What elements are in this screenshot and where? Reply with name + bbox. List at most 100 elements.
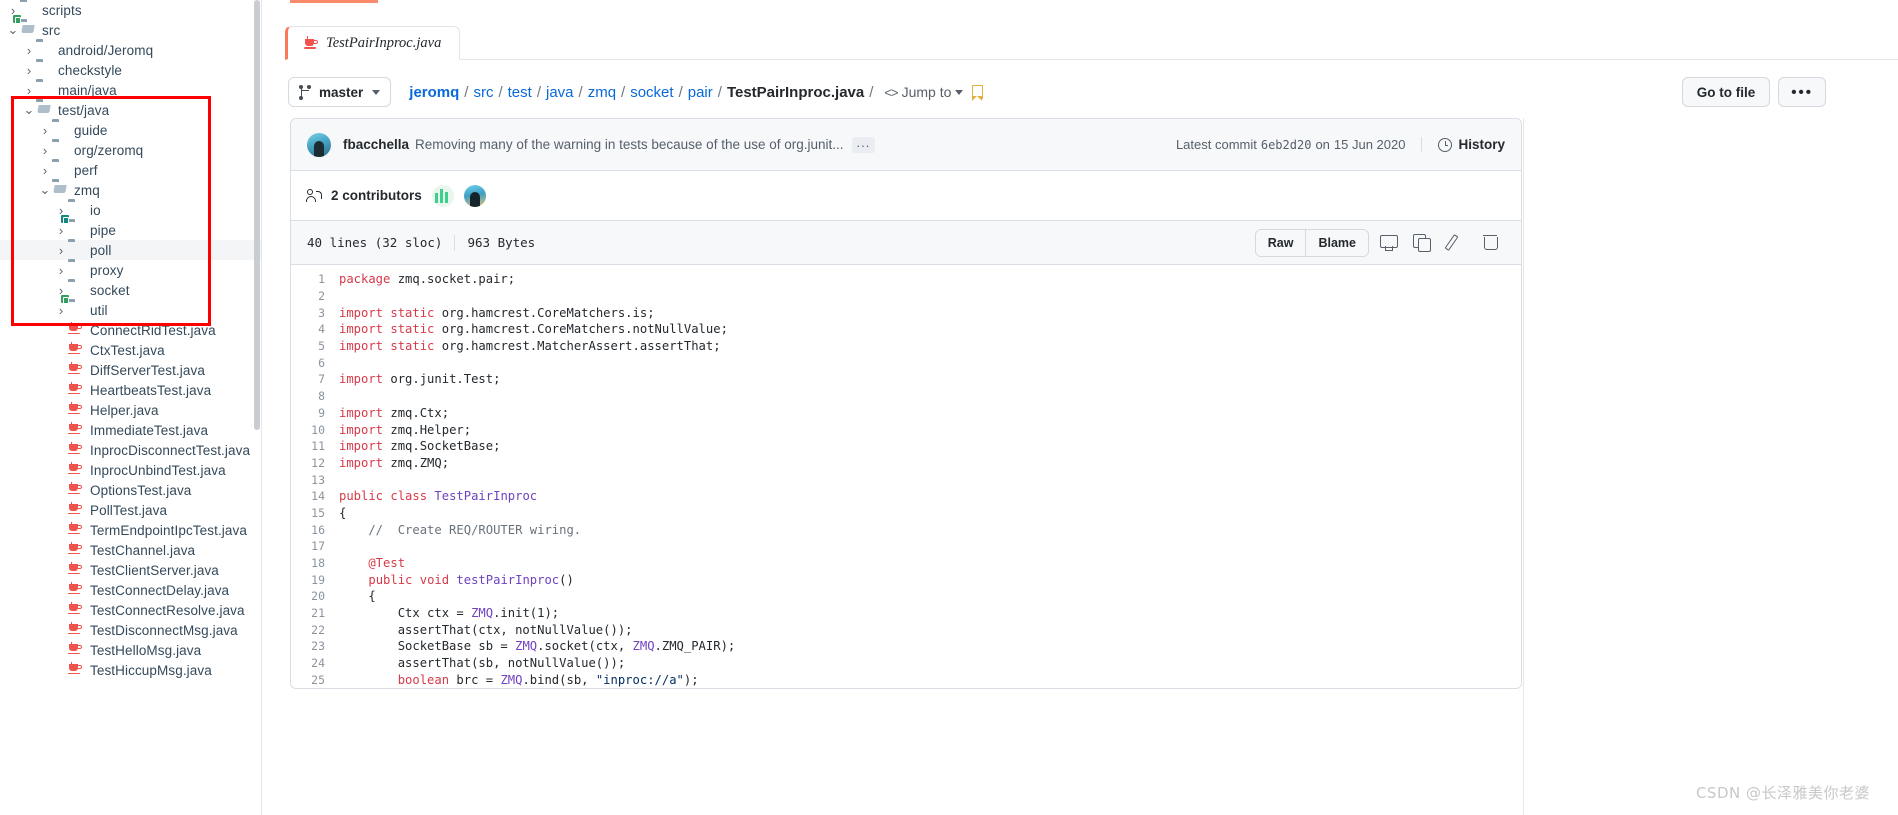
line-number[interactable]: 7 <box>291 372 339 386</box>
tree-file-row[interactable]: OptionsTest.java <box>0 480 261 500</box>
tree-file-row[interactable]: ConnectRidTest.java <box>0 320 261 340</box>
breadcrumb-segment[interactable]: pair <box>688 84 713 101</box>
code-viewer[interactable]: 1 package zmq.socket.pair; 2 3 import static… <box>291 265 1521 689</box>
tree-file-row[interactable]: TestHelloMsg.java <box>0 640 261 660</box>
blame-button[interactable]: Blame <box>1305 229 1368 256</box>
tree-folder-row[interactable]: › util <box>0 295 261 320</box>
tree-file-row[interactable]: TestConnectResolve.java <box>0 600 261 620</box>
jump-to-button[interactable]: <> Jump to <box>884 84 964 100</box>
tree-folder-row[interactable]: ⌄ zmq <box>0 180 261 200</box>
tree-folder-row[interactable]: › guide <box>0 120 261 140</box>
tree-folder-row[interactable]: ⌄ src <box>0 15 261 40</box>
line-number[interactable]: 13 <box>291 473 339 487</box>
commit-message[interactable]: Removing many of the warning in tests be… <box>415 137 844 152</box>
contributors-count[interactable]: 2 contributors <box>331 188 422 203</box>
tree-folder-row[interactable]: › proxy <box>0 260 261 280</box>
line-number[interactable]: 5 <box>291 339 339 353</box>
tree-file-row[interactable]: Helper.java <box>0 400 261 420</box>
chevron-right-icon[interactable]: › <box>38 164 52 177</box>
more-options-button[interactable]: ••• <box>1778 77 1826 107</box>
chevron-right-icon[interactable]: › <box>22 84 36 97</box>
chevron-right-icon[interactable]: › <box>54 264 68 277</box>
contributor-avatar[interactable] <box>463 184 486 207</box>
tree-file-row[interactable]: DiffServerTest.java <box>0 360 261 380</box>
line-number[interactable]: 20 <box>291 589 339 603</box>
line-number[interactable]: 9 <box>291 406 339 420</box>
tree-file-row[interactable]: TestClientServer.java <box>0 560 261 580</box>
trash-icon[interactable] <box>1475 230 1505 256</box>
line-number[interactable]: 4 <box>291 322 339 336</box>
tree-file-row[interactable]: TestDisconnectMsg.java <box>0 620 261 640</box>
tree-file-row[interactable]: TermEndpointIpcTest.java <box>0 520 261 540</box>
tree-file-row[interactable]: HeartbeatsTest.java <box>0 380 261 400</box>
line-number[interactable]: 8 <box>291 389 339 403</box>
tree-file-row[interactable]: PollTest.java <box>0 500 261 520</box>
breadcrumb[interactable]: jeromq / src / test / java / zmq / socket / pair / Tes… <box>409 84 878 101</box>
tree-folder-row[interactable]: › checkstyle <box>0 60 261 80</box>
chevron-right-icon[interactable]: › <box>38 144 52 157</box>
tree-file-row[interactable]: InprocUnbindTest.java <box>0 460 261 480</box>
line-number[interactable]: 6 <box>291 356 339 370</box>
breadcrumb-segment[interactable]: src <box>473 84 493 101</box>
history-button[interactable]: History <box>1421 137 1505 152</box>
chevron-right-icon[interactable]: › <box>54 224 68 237</box>
chevron-down-icon[interactable]: ⌄ <box>22 103 36 116</box>
line-number[interactable]: 3 <box>291 306 339 320</box>
line-number[interactable]: 21 <box>291 606 339 620</box>
line-number[interactable]: 24 <box>291 656 339 670</box>
chevron-right-icon[interactable]: › <box>22 64 36 77</box>
tree-folder-row[interactable]: › poll <box>0 240 261 260</box>
tree-folder-row[interactable]: › scripts <box>0 0 261 20</box>
commit-author[interactable]: fbacchella <box>343 137 409 152</box>
line-number[interactable]: 18 <box>291 556 339 570</box>
tree-file-row[interactable]: TestHiccupMsg.java <box>0 660 261 680</box>
chevron-right-icon[interactable]: › <box>54 304 68 317</box>
tree-folder-row[interactable]: ⌄ test/java <box>0 100 261 120</box>
breadcrumb-segment[interactable]: socket <box>630 84 673 101</box>
line-number[interactable]: 19 <box>291 573 339 587</box>
commit-expand-button[interactable]: ... <box>851 136 876 153</box>
tree-folder-row[interactable]: › pipe <box>0 215 261 240</box>
bookmark-icon[interactable] <box>972 85 984 99</box>
line-number[interactable]: 22 <box>291 623 339 637</box>
chevron-right-icon[interactable]: › <box>38 124 52 137</box>
copy-icon[interactable] <box>1407 230 1437 256</box>
line-number[interactable]: 2 <box>291 289 339 303</box>
line-number[interactable]: 10 <box>291 423 339 437</box>
pencil-icon[interactable] <box>1441 230 1471 256</box>
file-tree[interactable]: › scripts ⌄ src › android/Jeromq › checkstyle › m… <box>0 0 261 680</box>
line-number[interactable]: 14 <box>291 489 339 503</box>
sidebar-scrollbar[interactable] <box>254 0 260 430</box>
line-number[interactable]: 25 <box>291 673 339 687</box>
breadcrumb-segment[interactable]: test <box>508 84 532 101</box>
tree-folder-row[interactable]: › socket <box>0 280 261 300</box>
branch-selector-button[interactable]: master <box>288 77 392 107</box>
contributor-avatar[interactable] <box>431 184 454 207</box>
go-to-file-button[interactable]: Go to file <box>1681 77 1771 107</box>
tree-folder-row[interactable]: › main/java <box>0 80 261 100</box>
line-number[interactable]: 17 <box>291 539 339 553</box>
chevron-right-icon[interactable]: › <box>54 244 68 257</box>
tree-file-row[interactable]: TestConnectDelay.java <box>0 580 261 600</box>
line-number[interactable]: 16 <box>291 523 339 537</box>
line-number[interactable]: 23 <box>291 639 339 653</box>
line-number[interactable]: 12 <box>291 456 339 470</box>
chevron-down-icon[interactable]: ⌄ <box>38 183 52 196</box>
breadcrumb-segment[interactable]: jeromq <box>409 84 459 101</box>
tree-file-row[interactable]: TestChannel.java <box>0 540 261 560</box>
line-number[interactable]: 1 <box>291 272 339 286</box>
tree-folder-row[interactable]: › org/zeromq <box>0 140 261 160</box>
tree-folder-row[interactable]: › perf <box>0 160 261 180</box>
file-explorer-sidebar[interactable]: › scripts ⌄ src › android/Jeromq › checkstyle › m… <box>0 0 262 815</box>
tree-file-row[interactable]: InprocDisconnectTest.java <box>0 440 261 460</box>
commit-sha[interactable]: 6eb2d20 <box>1261 138 1312 152</box>
line-number[interactable]: 15 <box>291 506 339 520</box>
tab-testpairinproc[interactable]: TestPairInproc.java <box>285 26 461 60</box>
display-icon[interactable] <box>1373 230 1403 256</box>
tree-file-row[interactable]: ImmediateTest.java <box>0 420 261 440</box>
breadcrumb-segment[interactable]: zmq <box>588 84 616 101</box>
line-number[interactable]: 11 <box>291 439 339 453</box>
raw-button[interactable]: Raw <box>1255 229 1306 256</box>
breadcrumb-segment[interactable]: java <box>546 84 574 101</box>
tree-folder-row[interactable]: › io <box>0 200 261 220</box>
